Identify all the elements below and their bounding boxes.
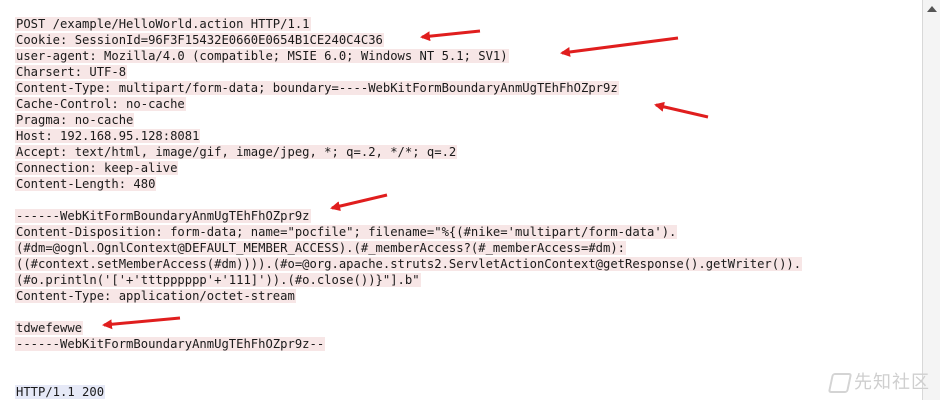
arrow-cookie-annotation [420, 29, 481, 42]
arrow-content-type-annotation [654, 101, 709, 119]
watermark-text: 先知社区 [854, 372, 930, 393]
scroll-up-arrow-icon[interactable] [927, 6, 937, 12]
arrow-body-annotation [102, 316, 181, 330]
annotation-arrows [102, 29, 709, 330]
arrow-boundary-annotation [330, 193, 388, 212]
http-request-viewer[interactable]: POST /example/HelloWorld.action HTTP/1.1… [0, 0, 922, 400]
vertical-scrollbar[interactable] [922, 0, 940, 400]
watermark-logo-icon [827, 373, 853, 393]
arrow-user-agent-annotation [560, 36, 679, 57]
watermark: 先知社区 [827, 368, 930, 394]
